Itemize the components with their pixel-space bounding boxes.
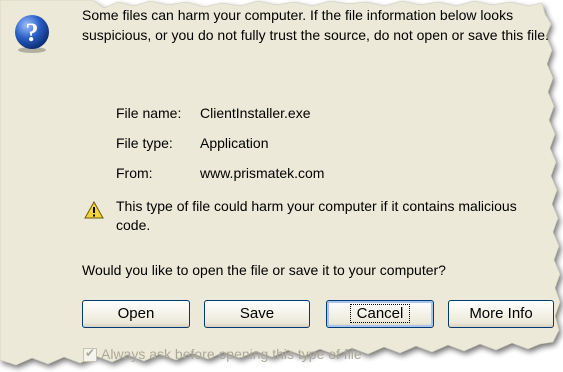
svg-text:?: ?	[26, 18, 39, 47]
file-name-row: File name: ClientInstaller.exe	[116, 105, 311, 121]
question-text: Would you like to open the file or save …	[82, 262, 446, 278]
file-type-label: File type:	[116, 135, 173, 151]
file-from-row: From: www.prismatek.com	[116, 165, 324, 181]
warning-icon	[84, 201, 104, 219]
cancel-button-label: Cancel	[349, 304, 411, 323]
file-from-label: From:	[116, 165, 153, 181]
cancel-button[interactable]: Cancel	[326, 300, 434, 328]
file-name-value: ClientInstaller.exe	[200, 105, 311, 121]
dialog-content: ? Some files can harm your computer. If …	[0, 0, 563, 372]
question-icon: ?	[15, 15, 49, 53]
save-button[interactable]: Save	[204, 300, 310, 328]
warning-text: This type of file could harm your comput…	[116, 198, 517, 233]
file-name-label: File name:	[116, 105, 182, 121]
file-type-value: Application	[200, 135, 269, 151]
more-info-button[interactable]: More Info	[448, 300, 554, 328]
intro-text: Some files can harm your computer. If th…	[82, 7, 549, 43]
always-ask-checkbox-row: ✔ Always ask before opening this type of …	[83, 346, 362, 363]
open-button[interactable]: Open	[82, 300, 190, 328]
file-type-row: File type: Application	[116, 135, 269, 151]
file-from-value: www.prismatek.com	[200, 165, 325, 181]
checkmark-icon: ✔	[85, 346, 96, 361]
security-warning-dialog: ? Some files can harm your computer. If …	[0, 0, 563, 372]
always-ask-label: Always ask before opening this type of f…	[101, 346, 362, 362]
always-ask-checkbox[interactable]: ✔	[83, 346, 97, 363]
